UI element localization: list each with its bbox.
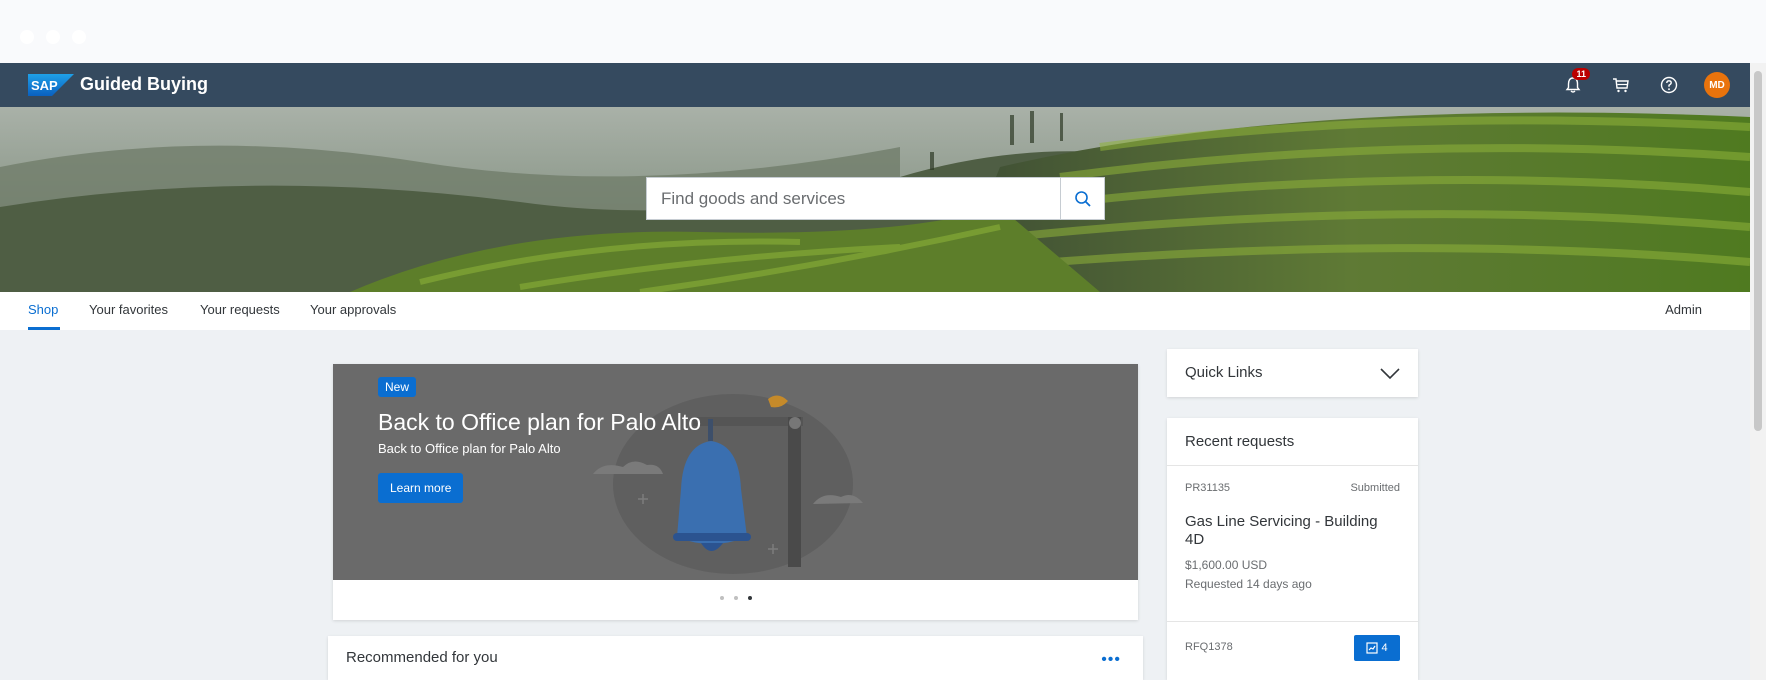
shell-bar: SAP Guided Buying 11 MD (0, 63, 1750, 107)
new-badge: New (378, 377, 417, 397)
window-close-dot[interactable] (20, 30, 34, 44)
carousel-dot-3[interactable] (747, 596, 752, 600)
notification-badge: 11 (1572, 68, 1590, 80)
carousel-dot-2[interactable] (733, 596, 738, 600)
help-button[interactable] (1656, 72, 1682, 98)
page-scrollbar[interactable] (1750, 63, 1766, 680)
carousel-dot-1[interactable] (719, 596, 724, 600)
sap-logo-text: SAP (31, 78, 58, 93)
search-bar (646, 177, 1105, 220)
admin-link[interactable]: Admin (1665, 302, 1702, 317)
help-icon (1660, 76, 1678, 94)
chart-icon (1366, 642, 1379, 654)
recommended-section: Recommended for you ••• (328, 636, 1143, 680)
window-minimize-dot[interactable] (46, 30, 60, 44)
search-input[interactable] (647, 178, 1061, 219)
request-status: Submitted (1350, 482, 1400, 494)
quick-links-panel[interactable]: Quick Links (1167, 349, 1418, 397)
search-button[interactable] (1060, 178, 1104, 219)
search-icon (1074, 190, 1091, 207)
notifications-button[interactable]: 11 (1560, 68, 1590, 98)
quotes-count: 4 (1381, 642, 1388, 654)
request-item[interactable]: PR31135 Submitted Gas Line Servicing - B… (1167, 466, 1418, 621)
user-avatar[interactable]: MD (1704, 72, 1730, 98)
request-id: RFQ1378 (1185, 641, 1233, 653)
chevron-down-icon[interactable] (1380, 363, 1400, 383)
slide-subtitle: Back to Office plan for Palo Alto (378, 441, 561, 456)
recent-requests-panel: Recent requests PR31135 Submitted Gas Li… (1167, 418, 1418, 680)
learn-more-button[interactable]: Learn more (378, 473, 464, 503)
tab-shop[interactable]: Shop (28, 302, 58, 317)
window-maximize-dot[interactable] (72, 30, 86, 44)
request-id: PR31135 (1185, 482, 1231, 494)
active-tab-indicator (28, 327, 60, 330)
tab-your-requests[interactable]: Your requests (200, 302, 280, 317)
divider (1167, 621, 1418, 622)
request-date: Requested 14 days ago (1185, 577, 1312, 591)
hero-banner (0, 107, 1750, 292)
quotes-button[interactable]: 4 (1354, 635, 1400, 661)
quick-links-title: Quick Links (1185, 364, 1263, 381)
window-chrome (0, 0, 1766, 63)
recent-requests-title: Recent requests (1185, 433, 1295, 450)
announcement-carousel: New Back to Office plan for Palo Alto Ba… (333, 364, 1138, 620)
recommended-title: Recommended for you (346, 649, 498, 666)
tab-your-favorites[interactable]: Your favorites (89, 302, 168, 317)
carousel-pager (333, 596, 1138, 606)
shell-actions: 11 MD (1560, 63, 1730, 107)
request-title[interactable]: Gas Line Servicing - Building 4D (1185, 513, 1400, 549)
scrollbar-thumb[interactable] (1754, 71, 1762, 431)
cart-icon (1613, 78, 1629, 93)
sap-logo[interactable]: SAP (28, 74, 74, 96)
tab-your-approvals[interactable]: Your approvals (310, 302, 396, 317)
more-options-icon[interactable]: ••• (1101, 651, 1121, 669)
app-title: Guided Buying (80, 74, 208, 94)
cart-button[interactable] (1608, 72, 1634, 98)
carousel-slide: New Back to Office plan for Palo Alto Ba… (333, 364, 1138, 580)
slide-title: Back to Office plan for Palo Alto (378, 409, 702, 435)
request-amount: $1,600.00 USD (1185, 558, 1268, 572)
tab-bar: Shop Your favorites Your requests Your a… (0, 292, 1750, 330)
window-controls (20, 30, 86, 44)
